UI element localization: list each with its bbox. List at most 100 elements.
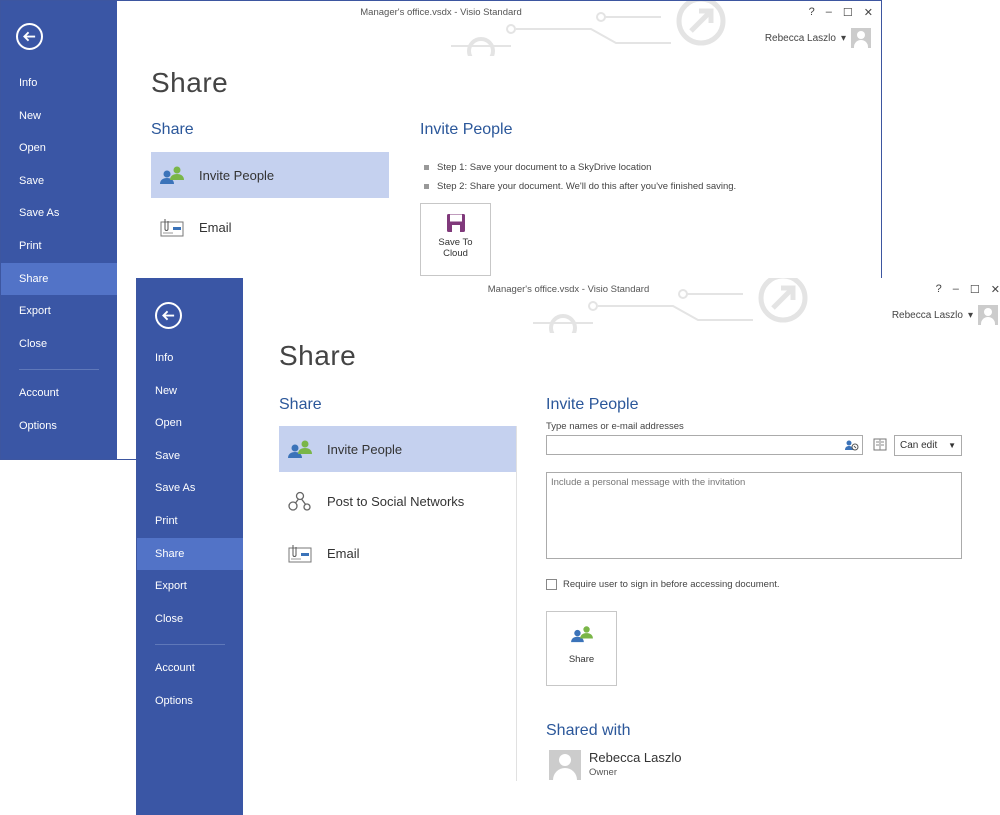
option-label: Email [327, 545, 360, 561]
option-invite-people[interactable]: Invite People [151, 152, 389, 198]
bullet-icon [424, 184, 429, 189]
nav-print[interactable]: Print [137, 505, 243, 538]
invite-people-heading: Invite People [546, 396, 639, 413]
nav-info[interactable]: Info [137, 342, 243, 375]
window-title: Manager's office.vsdx - Visio Standard [360, 7, 522, 18]
nav-account[interactable]: Account [137, 652, 243, 685]
invite-people-icon [288, 440, 312, 458]
nav-save[interactable]: Save [137, 440, 243, 473]
option-label: Invite People [199, 167, 275, 183]
email-icon [288, 545, 312, 563]
option-label: Invite People [327, 441, 403, 457]
nav-export[interactable]: Export [1, 295, 117, 328]
backstage-nav: Info New Open Save Save As Print Share E… [137, 342, 243, 718]
nav-close[interactable]: Close [1, 328, 117, 361]
nav-new[interactable]: New [137, 375, 243, 408]
require-signin-label: Require user to sign in before accessing… [563, 579, 780, 590]
nav-open[interactable]: Open [137, 407, 243, 440]
names-input[interactable] [546, 435, 863, 455]
page-title: Share [279, 340, 357, 371]
restore-button[interactable]: ☐ [970, 283, 980, 296]
nav-save-as[interactable]: Save As [1, 197, 117, 230]
close-button[interactable]: ✕ [991, 283, 1000, 296]
nav-save-as[interactable]: Save As [137, 472, 243, 505]
shared-user-name: Rebecca Laszlo [589, 750, 682, 765]
nav-open[interactable]: Open [1, 132, 117, 165]
nav-new[interactable]: New [1, 100, 117, 133]
chevron-down-icon: ▾ [840, 32, 846, 44]
address-book-icon[interactable] [873, 438, 887, 451]
personal-message-input[interactable] [546, 472, 962, 559]
chevron-down-icon: ▾ [967, 309, 973, 321]
back-arrow-icon[interactable] [155, 302, 182, 329]
option-email[interactable]: Email [151, 204, 389, 250]
share-heading: Share [279, 396, 322, 413]
invite-people-icon [570, 626, 593, 643]
option-label: Email [199, 219, 232, 235]
share-button[interactable]: Share [546, 611, 617, 686]
email-icon [160, 219, 184, 237]
save-to-cloud-button[interactable]: Save To Cloud [420, 203, 491, 276]
option-invite-people[interactable]: Invite People [279, 426, 516, 472]
option-label: Post to Social Networks [327, 493, 465, 509]
help-button[interactable]: ? [936, 283, 942, 296]
permission-value: Can edit [900, 440, 938, 451]
user-avatar-icon [549, 750, 581, 780]
shared-user-role: Owner [589, 767, 617, 778]
social-network-icon [288, 491, 311, 511]
step-item: Step 1: Save your document to a SkyDrive… [424, 162, 651, 173]
minimize-button[interactable]: – [953, 283, 959, 296]
backstage-sidebar: Info New Open Save Save As Print Share E… [137, 278, 243, 815]
step-text: Step 2: Share your document. We'll do th… [437, 181, 737, 192]
bullet-icon [424, 165, 429, 170]
nav-options[interactable]: Options [137, 685, 243, 718]
back-arrow-icon[interactable] [16, 23, 43, 50]
user-name: Rebecca Laszlo [764, 32, 836, 44]
account-menu[interactable]: Rebecca Laszlo ▾ [892, 305, 998, 325]
nav-options[interactable]: Options [1, 410, 117, 443]
floppy-disk-icon [446, 214, 465, 232]
option-post-to-social-networks[interactable]: Post to Social Networks [279, 478, 516, 524]
nav-share[interactable]: Share [1, 262, 117, 296]
user-name: Rebecca Laszlo [891, 309, 963, 321]
window-title: Manager's office.vsdx - Visio Standard [487, 284, 650, 295]
save-to-cloud-label: Save To [438, 237, 473, 248]
nav-share[interactable]: Share [137, 537, 243, 571]
help-button[interactable]: ? [809, 6, 815, 19]
nav-print[interactable]: Print [1, 230, 117, 263]
close-button[interactable]: ✕ [864, 6, 873, 19]
check-names-icon[interactable] [844, 438, 859, 452]
chevron-down-icon: ▼ [948, 441, 956, 450]
invite-people-heading: Invite People [420, 121, 513, 138]
window-controls: ? – ☐ ✕ [936, 283, 1000, 296]
account-menu[interactable]: Rebecca Laszlo ▾ [765, 28, 871, 48]
page-title: Share [151, 67, 229, 98]
nav-save[interactable]: Save [1, 165, 117, 198]
panel-divider [516, 426, 517, 781]
share-heading: Share [151, 121, 194, 138]
restore-button[interactable]: ☐ [843, 6, 853, 19]
minimize-button[interactable]: – [826, 6, 832, 19]
window-controls: ? – ☐ ✕ [809, 6, 873, 19]
shared-with-heading: Shared with [546, 722, 631, 739]
nav-divider [19, 369, 99, 371]
nav-close[interactable]: Close [137, 603, 243, 636]
share-button-label: Share [568, 654, 595, 665]
save-to-cloud-label: Cloud [443, 248, 468, 259]
user-avatar-icon [978, 305, 998, 325]
backstage-nav: Info New Open Save Save As Print Share E… [1, 67, 117, 443]
require-signin-checkbox[interactable] [546, 579, 557, 590]
user-avatar-icon [851, 28, 871, 48]
nav-export[interactable]: Export [137, 570, 243, 603]
step-text: Step 1: Save your document to a SkyDrive… [437, 162, 652, 173]
nav-divider [155, 644, 225, 646]
nav-info[interactable]: Info [1, 67, 117, 100]
backstage-sidebar: Info New Open Save Save As Print Share E… [1, 1, 117, 459]
nav-account[interactable]: Account [1, 377, 117, 410]
invite-people-icon [160, 166, 184, 184]
step-item: Step 2: Share your document. We'll do th… [424, 181, 736, 192]
option-email[interactable]: Email [279, 530, 516, 576]
permission-select[interactable]: Can edit ▼ [894, 435, 962, 456]
front-window: Info New Open Save Save As Print Share E… [136, 278, 1000, 815]
names-label: Type names or e-mail addresses [546, 421, 684, 432]
